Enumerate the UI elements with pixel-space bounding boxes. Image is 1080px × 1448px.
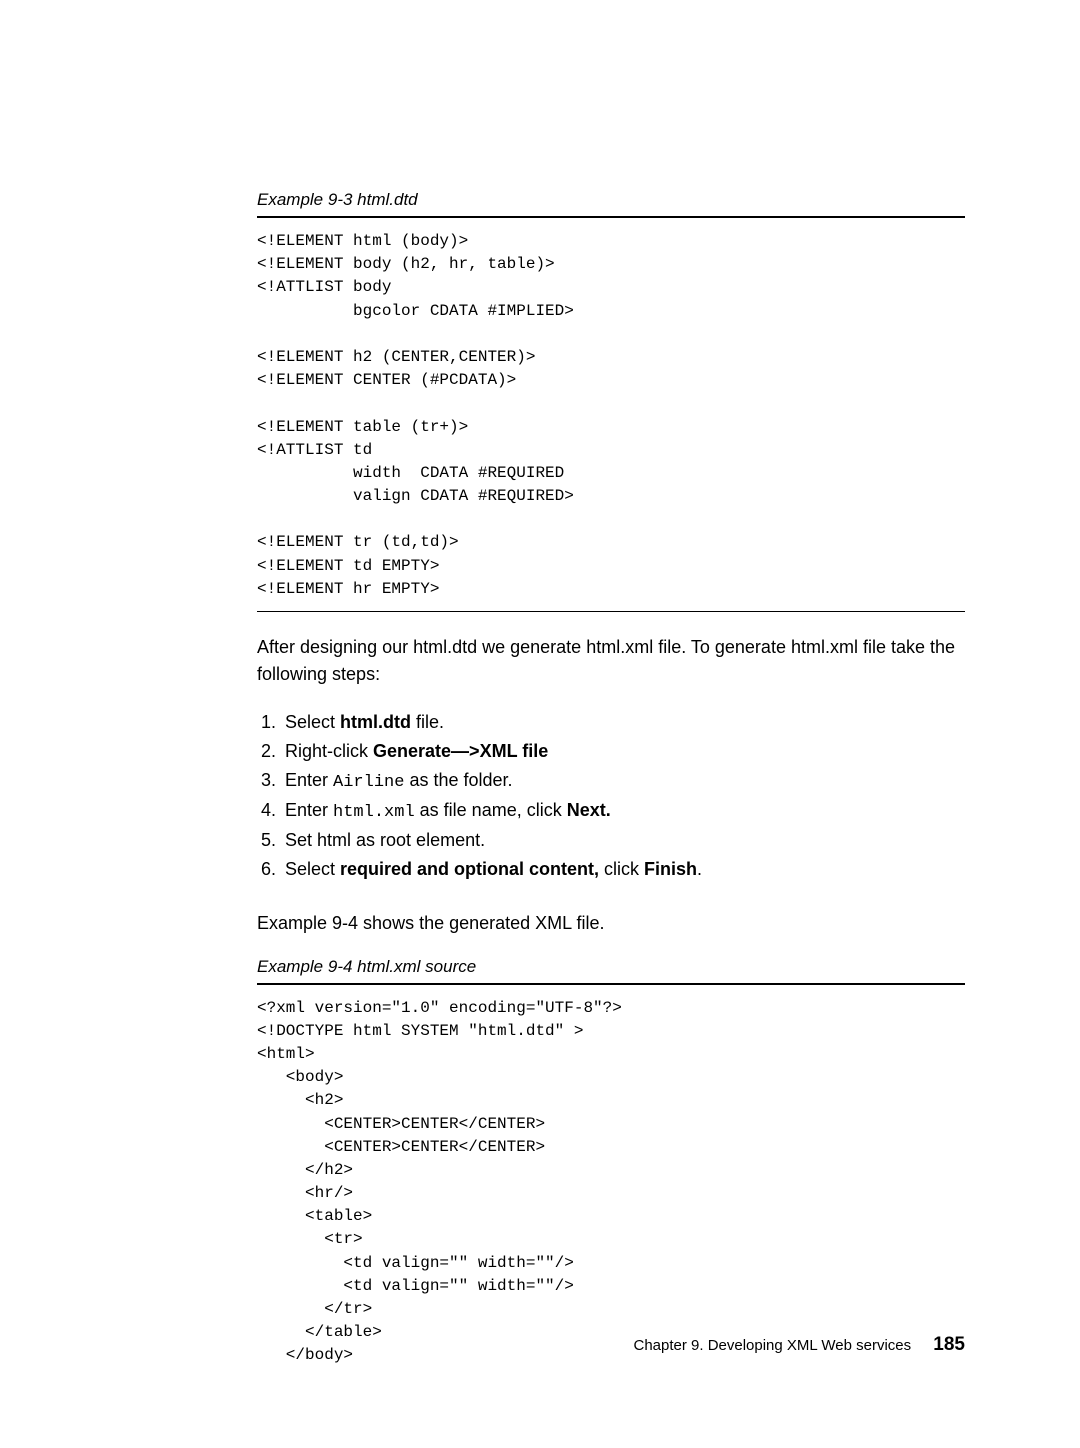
step-mono: html.xml — [333, 803, 415, 822]
rule — [257, 611, 965, 612]
list-item: Select html.dtd file. — [281, 708, 965, 737]
body-paragraph: After designing our html.dtd we generate… — [257, 634, 965, 688]
step-text: Select — [285, 859, 340, 879]
step-text: Set html as root element. — [285, 830, 485, 850]
list-item: Enter html.xml as file name, click Next. — [281, 796, 965, 826]
step-text: as the folder. — [404, 770, 512, 790]
code-listing-1: <!ELEMENT html (body)> <!ELEMENT body (h… — [257, 230, 965, 601]
step-text: file. — [411, 712, 444, 732]
step-text: Enter — [285, 800, 333, 820]
page-footer: Chapter 9. Developing XML Web services 1… — [633, 1334, 965, 1356]
list-item: Set html as root element. — [281, 826, 965, 855]
code-listing-2: <?xml version="1.0" encoding="UTF-8"?> <… — [257, 997, 965, 1368]
numbered-steps: Select html.dtd file. Right-click Genera… — [257, 708, 965, 884]
footer-chapter: Chapter 9. Developing XML Web services — [633, 1337, 911, 1354]
step-text: Right-click — [285, 741, 373, 761]
footer-page-number: 185 — [933, 1334, 965, 1355]
step-text: as file name, click — [415, 800, 567, 820]
step-bold: html.dtd — [340, 712, 411, 732]
step-bold: Next. — [567, 800, 611, 820]
step-text: Select — [285, 712, 340, 732]
example-caption-1: Example 9-3 html.dtd — [257, 190, 965, 210]
step-bold: required and optional content, — [340, 859, 599, 879]
example-caption-2: Example 9-4 html.xml source — [257, 957, 965, 977]
list-item: Select required and optional content, cl… — [281, 855, 965, 884]
body-paragraph: Example 9-4 shows the generated XML file… — [257, 910, 965, 937]
document-page: Example 9-3 html.dtd <!ELEMENT html (bod… — [0, 0, 1080, 1448]
list-item: Right-click Generate—>XML file — [281, 737, 965, 766]
list-item: Enter Airline as the folder. — [281, 766, 965, 796]
step-text: Enter — [285, 770, 333, 790]
step-bold: Finish — [644, 859, 697, 879]
rule — [257, 216, 965, 218]
step-mono: Airline — [333, 773, 404, 792]
step-text: click — [599, 859, 644, 879]
rule — [257, 983, 965, 985]
step-text: . — [697, 859, 702, 879]
step-bold: Generate—>XML file — [373, 741, 548, 761]
